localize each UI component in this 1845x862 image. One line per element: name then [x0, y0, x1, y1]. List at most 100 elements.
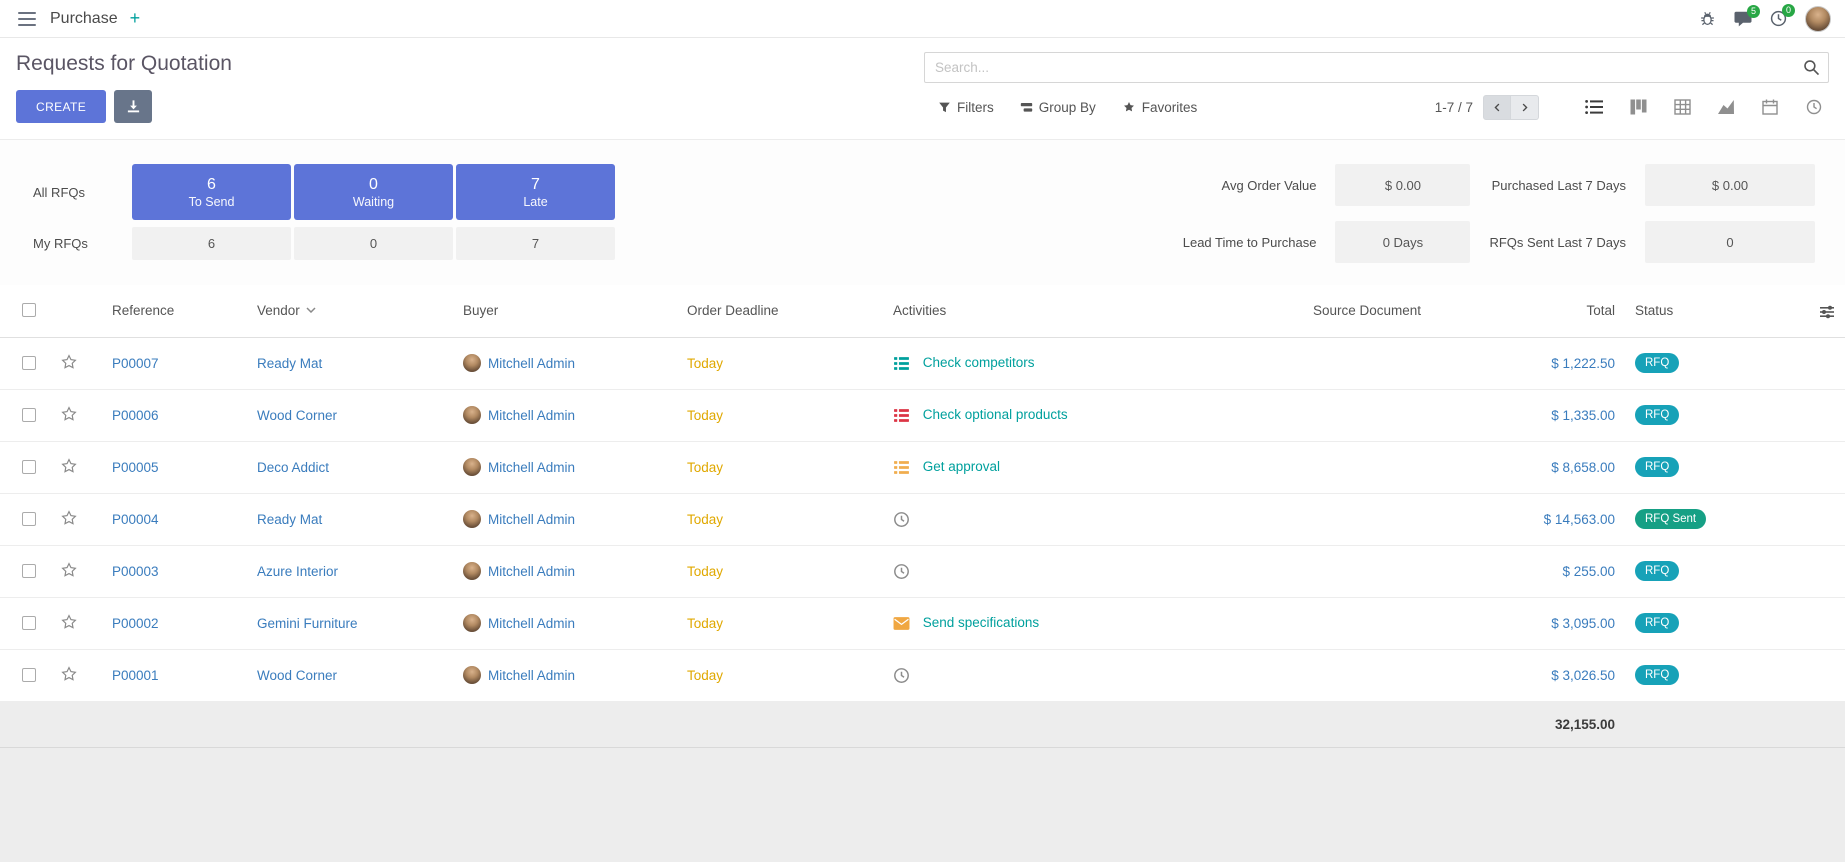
list-view-button[interactable] [1579, 94, 1609, 120]
activities-clock-icon[interactable]: 0 [1770, 10, 1787, 27]
total-column-header[interactable]: Total [1465, 285, 1625, 337]
reference-column-header[interactable]: Reference [102, 285, 247, 337]
buyer-link[interactable]: Mitchell Admin [488, 616, 575, 631]
activity-type-icon[interactable] [893, 459, 913, 476]
favorite-star-icon[interactable] [60, 613, 78, 631]
pager-previous-button[interactable] [1483, 95, 1511, 120]
my-waiting-count[interactable]: 0 [294, 227, 453, 260]
tile-late[interactable]: 7 Late [456, 164, 615, 220]
table-row[interactable]: P00004 Ready Mat Mitchell Admin Today $ … [0, 493, 1845, 545]
buyer-avatar [463, 562, 481, 580]
vendor-link[interactable]: Wood Corner [257, 668, 337, 683]
favorite-star-icon[interactable] [60, 561, 78, 579]
new-tab-button[interactable]: + [122, 8, 149, 29]
user-avatar[interactable] [1805, 6, 1831, 32]
reference-link[interactable]: P00001 [112, 668, 159, 683]
row-checkbox[interactable] [22, 668, 36, 682]
vendor-link[interactable]: Ready Mat [257, 356, 322, 371]
table-row[interactable]: P00002 Gemini Furniture Mitchell Admin T… [0, 597, 1845, 649]
pivot-view-button[interactable] [1667, 94, 1697, 120]
reference-link[interactable]: P00005 [112, 460, 159, 475]
favorite-star-icon[interactable] [60, 405, 78, 423]
buyer-link[interactable]: Mitchell Admin [488, 356, 575, 371]
optional-columns-icon[interactable] [1819, 302, 1835, 320]
favorite-star-icon[interactable] [60, 665, 78, 683]
table-row[interactable]: P00003 Azure Interior Mitchell Admin Tod… [0, 545, 1845, 597]
calendar-view-button[interactable] [1755, 94, 1785, 120]
table-row[interactable]: P00007 Ready Mat Mitchell Admin Today Ch… [0, 337, 1845, 389]
reference-link[interactable]: P00004 [112, 512, 159, 527]
vendor-link[interactable]: Azure Interior [257, 564, 338, 579]
avg-order-value[interactable]: $ 0.00 [1335, 164, 1470, 206]
table-row[interactable]: P00001 Wood Corner Mitchell Admin Today … [0, 649, 1845, 701]
tile-waiting[interactable]: 0 Waiting [294, 164, 453, 220]
activity-type-icon[interactable] [893, 511, 913, 528]
vendor-link[interactable]: Deco Addict [257, 460, 329, 475]
favorites-button[interactable]: Favorites [1122, 100, 1198, 115]
app-name[interactable]: Purchase [50, 10, 118, 28]
create-button[interactable]: CREATE [16, 90, 106, 123]
vendor-link[interactable]: Gemini Furniture [257, 616, 358, 631]
activity-view-button[interactable] [1799, 94, 1829, 120]
status-column-header[interactable]: Status [1625, 285, 1765, 337]
row-checkbox[interactable] [22, 356, 36, 370]
activity-link[interactable]: Check competitors [923, 355, 1035, 370]
lead-time-value[interactable]: 0 Days [1335, 221, 1470, 263]
purchased-last-7-days[interactable]: $ 0.00 [1645, 164, 1815, 206]
apps-menu-icon[interactable] [14, 8, 40, 30]
filter-funnel-icon [938, 101, 951, 114]
vendor-link[interactable]: Ready Mat [257, 512, 322, 527]
vendor-link[interactable]: Wood Corner [257, 408, 337, 423]
buyer-link[interactable]: Mitchell Admin [488, 564, 575, 579]
pager-next-button[interactable] [1511, 95, 1539, 120]
vendor-column-header[interactable]: Vendor [247, 285, 453, 337]
my-to-send-count[interactable]: 6 [132, 227, 291, 260]
search-input[interactable] [924, 52, 1829, 83]
row-checkbox[interactable] [22, 564, 36, 578]
pivot-view-icon [1674, 99, 1691, 115]
debug-bug-icon[interactable] [1699, 10, 1716, 27]
activity-link[interactable]: Get approval [923, 459, 1000, 474]
tile-to-send[interactable]: 6 To Send [132, 164, 291, 220]
messages-icon[interactable]: 5 [1734, 11, 1752, 27]
row-checkbox[interactable] [22, 408, 36, 422]
activity-type-icon[interactable] [893, 407, 913, 424]
table-row[interactable]: P00006 Wood Corner Mitchell Admin Today … [0, 389, 1845, 441]
activity-type-icon[interactable] [893, 615, 913, 632]
to-send-count: 6 [207, 175, 216, 196]
buyer-link[interactable]: Mitchell Admin [488, 408, 575, 423]
group-by-button[interactable]: Group By [1020, 100, 1096, 115]
kanban-view-button[interactable] [1623, 94, 1653, 120]
activity-type-icon[interactable] [893, 355, 913, 372]
favorite-star-icon[interactable] [60, 353, 78, 371]
activity-type-icon[interactable] [893, 667, 913, 684]
activity-type-icon[interactable] [893, 563, 913, 580]
buyer-column-header[interactable]: Buyer [453, 285, 677, 337]
my-rfqs-label: My RFQs [33, 236, 129, 251]
graph-view-button[interactable] [1711, 94, 1741, 120]
reference-link[interactable]: P00007 [112, 356, 159, 371]
rfqs-sent-last-7-days[interactable]: 0 [1645, 221, 1815, 263]
search-icon[interactable] [1803, 59, 1820, 79]
table-row[interactable]: P00005 Deco Addict Mitchell Admin Today … [0, 441, 1845, 493]
buyer-link[interactable]: Mitchell Admin [488, 512, 575, 527]
buyer-link[interactable]: Mitchell Admin [488, 460, 575, 475]
favorite-star-icon[interactable] [60, 509, 78, 527]
favorite-star-icon[interactable] [60, 457, 78, 475]
order-deadline-column-header[interactable]: Order Deadline [677, 285, 883, 337]
buyer-link[interactable]: Mitchell Admin [488, 668, 575, 683]
reference-link[interactable]: P00003 [112, 564, 159, 579]
reference-link[interactable]: P00006 [112, 408, 159, 423]
row-checkbox[interactable] [22, 512, 36, 526]
my-late-count[interactable]: 7 [456, 227, 615, 260]
select-all-checkbox[interactable] [22, 303, 36, 317]
filters-button[interactable]: Filters [938, 100, 994, 115]
activities-column-header[interactable]: Activities [883, 285, 1303, 337]
row-checkbox[interactable] [22, 460, 36, 474]
activity-link[interactable]: Send specifications [923, 615, 1039, 630]
reference-link[interactable]: P00002 [112, 616, 159, 631]
row-checkbox[interactable] [22, 616, 36, 630]
source-document-column-header[interactable]: Source Document [1303, 285, 1465, 337]
export-button[interactable] [114, 90, 152, 123]
activity-link[interactable]: Check optional products [923, 407, 1068, 422]
